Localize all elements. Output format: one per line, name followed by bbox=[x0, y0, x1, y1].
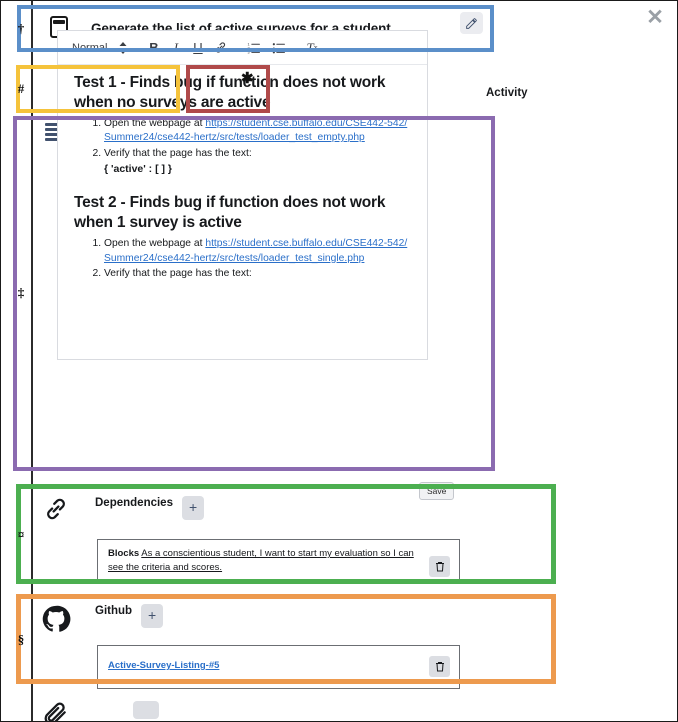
step-text: Verify that the page has the text: bbox=[104, 268, 252, 280]
link-chain-icon bbox=[41, 496, 77, 526]
github-link[interactable]: Active-Survey-Listing-#5 bbox=[108, 660, 219, 671]
modal-left-divider bbox=[31, 1, 33, 721]
list-item: Verify that the page has the text: { 'act… bbox=[104, 147, 411, 178]
github-item: Active-Survey-Listing-#5 bbox=[97, 645, 460, 689]
style-caret-icon[interactable] bbox=[117, 41, 128, 54]
annotation-marker-description: ‡ bbox=[17, 285, 25, 300]
edit-title-button[interactable] bbox=[460, 12, 483, 34]
add-github-button[interactable]: + bbox=[141, 604, 164, 628]
step-text: Open the webpage at bbox=[104, 117, 206, 129]
list-item: Open the webpage at https://student.cse.… bbox=[104, 117, 411, 146]
test-steps-list: Open the webpage at https://student.cse.… bbox=[74, 237, 411, 282]
clear-format-button[interactable]: Tx bbox=[306, 41, 317, 54]
close-icon[interactable]: ✕ bbox=[645, 7, 665, 29]
pencil-icon bbox=[466, 17, 477, 29]
list-item: Open the webpage at https://student.cse.… bbox=[104, 237, 411, 266]
description-body[interactable]: Test 1 - Finds bug if function does not … bbox=[58, 65, 427, 282]
github-icon bbox=[41, 604, 77, 636]
delete-dependency-button[interactable] bbox=[429, 556, 450, 577]
editor-toolbar: Normal B I U 1 2 3 T x bbox=[58, 31, 427, 65]
underline-button[interactable]: U bbox=[192, 41, 203, 54]
trash-icon bbox=[435, 662, 444, 672]
svg-text:3: 3 bbox=[248, 50, 250, 54]
github-title: Github bbox=[95, 605, 133, 617]
italic-button[interactable]: I bbox=[170, 41, 181, 54]
dependency-link[interactable]: As a conscientious student, I want to st… bbox=[108, 548, 414, 573]
dependencies-section: Dependencies + Blocks As a conscientious… bbox=[41, 496, 486, 584]
link-icon[interactable] bbox=[214, 41, 227, 54]
step-code: { 'active' : [ ] } bbox=[104, 163, 173, 176]
annotation-marker-dependencies: ¤ bbox=[17, 527, 25, 542]
annotation-marker-header: † bbox=[17, 21, 25, 36]
trash-icon bbox=[435, 562, 444, 572]
test-heading: Test 2 - Finds bug if function does not … bbox=[74, 194, 386, 232]
annotation-marker-fields: # bbox=[17, 81, 25, 96]
svg-text:1: 1 bbox=[248, 42, 250, 46]
bold-button[interactable]: B bbox=[148, 41, 159, 54]
dependency-relation: Blocks bbox=[108, 548, 140, 559]
annotation-marker-tags: ✱ bbox=[241, 70, 254, 87]
step-text: Verify that the page has the text: bbox=[104, 147, 252, 159]
test-steps-list: Open the webpage at https://student.cse.… bbox=[74, 117, 411, 178]
activity-label: Activity bbox=[486, 87, 528, 99]
list-item: Verify that the page has the text: bbox=[104, 267, 411, 282]
delete-github-button[interactable] bbox=[429, 656, 450, 677]
attachments-section bbox=[41, 701, 486, 721]
bullet-list-icon[interactable] bbox=[272, 41, 286, 54]
add-attachment-button[interactable] bbox=[133, 701, 160, 719]
attachment-icon bbox=[41, 702, 75, 721]
annotation-marker-github: § bbox=[17, 632, 25, 647]
style-select[interactable]: Normal bbox=[72, 42, 107, 54]
card-detail-modal: Generate the list of active surveys for … bbox=[1, 1, 521, 721]
screenshot-root: Generate the list of active surveys for … bbox=[0, 0, 678, 722]
add-dependency-button[interactable]: + bbox=[181, 496, 205, 520]
dependencies-title: Dependencies bbox=[95, 497, 173, 509]
ordered-list-icon[interactable]: 1 2 3 bbox=[247, 41, 261, 54]
github-section: Github + Active-Survey-Listing-#5 bbox=[41, 604, 486, 689]
step-text: Open the webpage at bbox=[104, 238, 206, 250]
dependency-item: Blocks As a conscientious student, I wan… bbox=[97, 539, 460, 584]
